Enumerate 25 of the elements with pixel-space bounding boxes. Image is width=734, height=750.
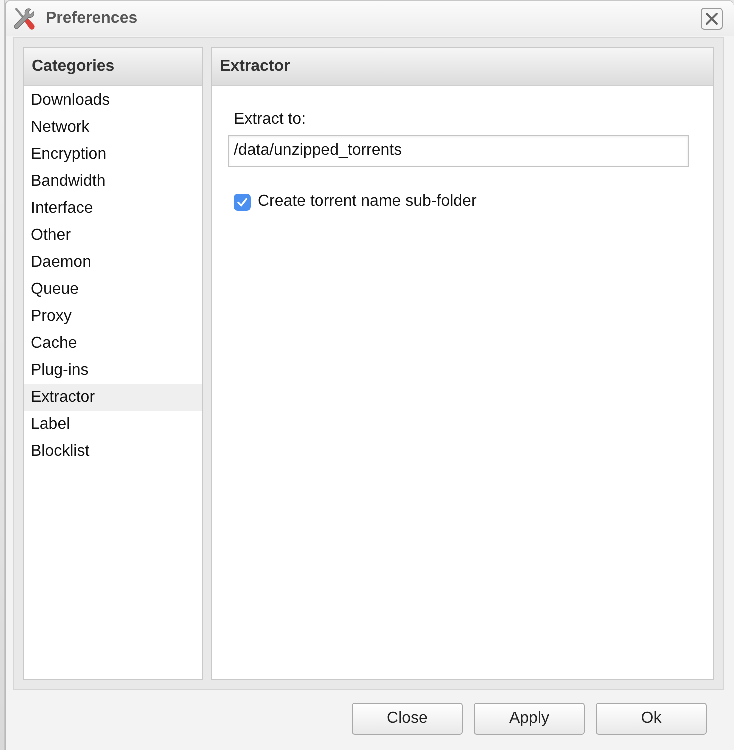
category-item[interactable]: Bandwidth <box>24 168 202 195</box>
category-item[interactable]: Blocklist <box>24 438 202 465</box>
checkbox-icon[interactable] <box>234 194 251 210</box>
category-item[interactable]: Network <box>24 114 202 141</box>
category-item[interactable]: Label <box>24 411 202 438</box>
category-item[interactable]: Daemon <box>24 249 202 276</box>
dialog-button[interactable]: Apply <box>474 703 585 735</box>
category-item[interactable]: Extractor <box>24 384 202 411</box>
window-title: Preferences <box>46 10 139 28</box>
category-item[interactable]: Encryption <box>24 141 202 168</box>
panel-header: Extractor <box>212 48 713 86</box>
category-item[interactable]: Plug-ins <box>24 357 202 384</box>
dialog-button[interactable]: Close <box>352 703 463 735</box>
category-item[interactable]: Queue <box>24 276 202 303</box>
category-item[interactable]: Interface <box>24 195 202 222</box>
close-icon[interactable] <box>701 8 723 30</box>
panel-header: Categories <box>24 48 202 86</box>
dialog-button[interactable]: Ok <box>596 703 707 735</box>
input-field[interactable]: /data/unzipped_torrents <box>228 135 689 167</box>
checkbox-label[interactable]: Create torrent name sub-folder <box>258 193 477 211</box>
category-item[interactable]: Cache <box>24 330 202 357</box>
category-item[interactable]: Other <box>24 222 202 249</box>
field-label: Extract to: <box>234 110 308 129</box>
category-item[interactable]: Proxy <box>24 303 202 330</box>
category-item[interactable]: Downloads <box>24 87 202 114</box>
